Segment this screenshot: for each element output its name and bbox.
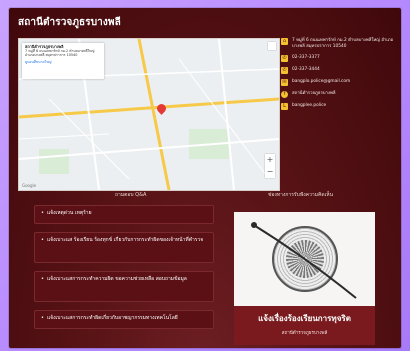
qa-item-officer-complaint[interactable]: • แจ้งเบาะแส ร้องเรียน ร้องทุกข์ เกี่ยวกั… xyxy=(34,232,214,263)
qa-item-text: แจ้งเบาะแสการกระทำผิดเกี่ยวกับอาชญากรรมท… xyxy=(46,315,178,321)
bullet-icon: • xyxy=(41,237,44,243)
contact-info: ⌂ 7 หมู่ที่ 6 ถนนเทพารักษ์ กม.2 ตำบลบางพ… xyxy=(281,38,399,115)
zoom-in-button[interactable]: + xyxy=(265,154,275,166)
page-container: สถานีตำรวจภูธรบางพลี สถานีตำรวจภูธรบางพล… xyxy=(9,8,401,348)
corruption-report-banner[interactable]: แจ้งเรื่องร้องเรียนการทุจริต สถานีตำรวจภ… xyxy=(234,212,375,345)
fullscreen-icon[interactable] xyxy=(268,42,276,50)
contact-phone-1-text[interactable]: 02-337-3377 xyxy=(292,55,320,61)
feedback-section-label: ช่องทางการรับฟังความคิดเห็น xyxy=(268,192,334,198)
zoom-controls: + − xyxy=(265,154,275,178)
contact-phone-2-text[interactable]: 02-337-3444 xyxy=(292,67,320,73)
qa-item-text: แจ้งเหตุด่วน เหตุร้าย xyxy=(46,210,92,216)
embedded-map[interactable]: สถานีตำรวจภูธรบางพลี 7 หมู่ที่ 6 ถนนเทพา… xyxy=(18,38,280,191)
map-info-box: สถานีตำรวจภูธรบางพลี 7 หมู่ที่ 6 ถนนเทพา… xyxy=(22,43,104,79)
map-place-address: 7 หมู่ที่ 6 ถนนเทพารักษ์ กม.2 ตำบลบางพลี… xyxy=(25,49,95,58)
phone-icon: ✆ xyxy=(281,67,288,74)
phone-icon: ✆ xyxy=(281,55,288,62)
contact-phone-1[interactable]: ✆ 02-337-3377 xyxy=(281,55,399,62)
facebook-icon: f xyxy=(281,91,288,98)
contact-address: ⌂ 7 หมู่ที่ 6 ถนนเทพารักษ์ กม.2 ตำบลบางพ… xyxy=(281,38,399,50)
qa-item-text: แจ้งเบาะแส ร้องเรียน ร้องทุกข์ เกี่ยวกับ… xyxy=(46,237,204,243)
sword-icon xyxy=(251,222,357,299)
banner-subtitle: สถานีตำรวจภูธรบางพลี xyxy=(281,331,328,336)
line-icon: L xyxy=(281,103,288,110)
home-icon: ⌂ xyxy=(281,38,288,45)
qa-item-emergency[interactable]: • แจ้งเหตุด่วน เหตุร้าย xyxy=(34,205,214,224)
qa-item-cybercrime[interactable]: • แจ้งเบาะแสการกระทำผิดเกี่ยวกับอาชญากรรม… xyxy=(34,310,214,329)
contact-facebook-text[interactable]: สถานีตำรวจภูธรบางพลี xyxy=(292,91,335,97)
contact-email[interactable]: ✉ bangplo.police@gmail.com xyxy=(281,79,399,86)
email-icon: ✉ xyxy=(281,79,288,86)
banner-title: แจ้งเรื่องร้องเรียนการทุจริต xyxy=(258,314,351,323)
contact-line-text[interactable]: bangplee.police xyxy=(292,103,326,109)
contact-phone-2[interactable]: ✆ 02-337-3444 xyxy=(281,67,399,74)
qa-item-text: แจ้งเบาะแสการกระทำความผิด ขอความช่วยเหลื… xyxy=(46,276,187,282)
bullet-icon: • xyxy=(41,210,44,216)
bullet-icon: • xyxy=(41,315,44,321)
qa-section-label: ถามตอบ Q&A xyxy=(115,192,147,198)
zoom-out-button[interactable]: − xyxy=(265,166,275,178)
contact-line[interactable]: L bangplee.police xyxy=(281,103,399,110)
bullet-icon: • xyxy=(41,276,44,282)
map-attribution: Google xyxy=(22,183,37,188)
qa-item-crime-report[interactable]: • แจ้งเบาะแสการกระทำความผิด ขอความช่วยเหล… xyxy=(34,271,214,302)
contact-facebook[interactable]: f สถานีตำรวจภูธรบางพลี xyxy=(281,91,399,98)
contact-address-text: 7 หมู่ที่ 6 ถนนเทพารักษ์ กม.2 ตำบลบางพลี… xyxy=(292,38,394,49)
larger-map-link[interactable]: ดูแผนที่ขนาดใหญ่ xyxy=(25,60,101,64)
page-title: สถานีตำรวจภูธรบางพลี xyxy=(18,17,121,28)
contact-email-text[interactable]: bangplo.police@gmail.com xyxy=(292,79,350,85)
